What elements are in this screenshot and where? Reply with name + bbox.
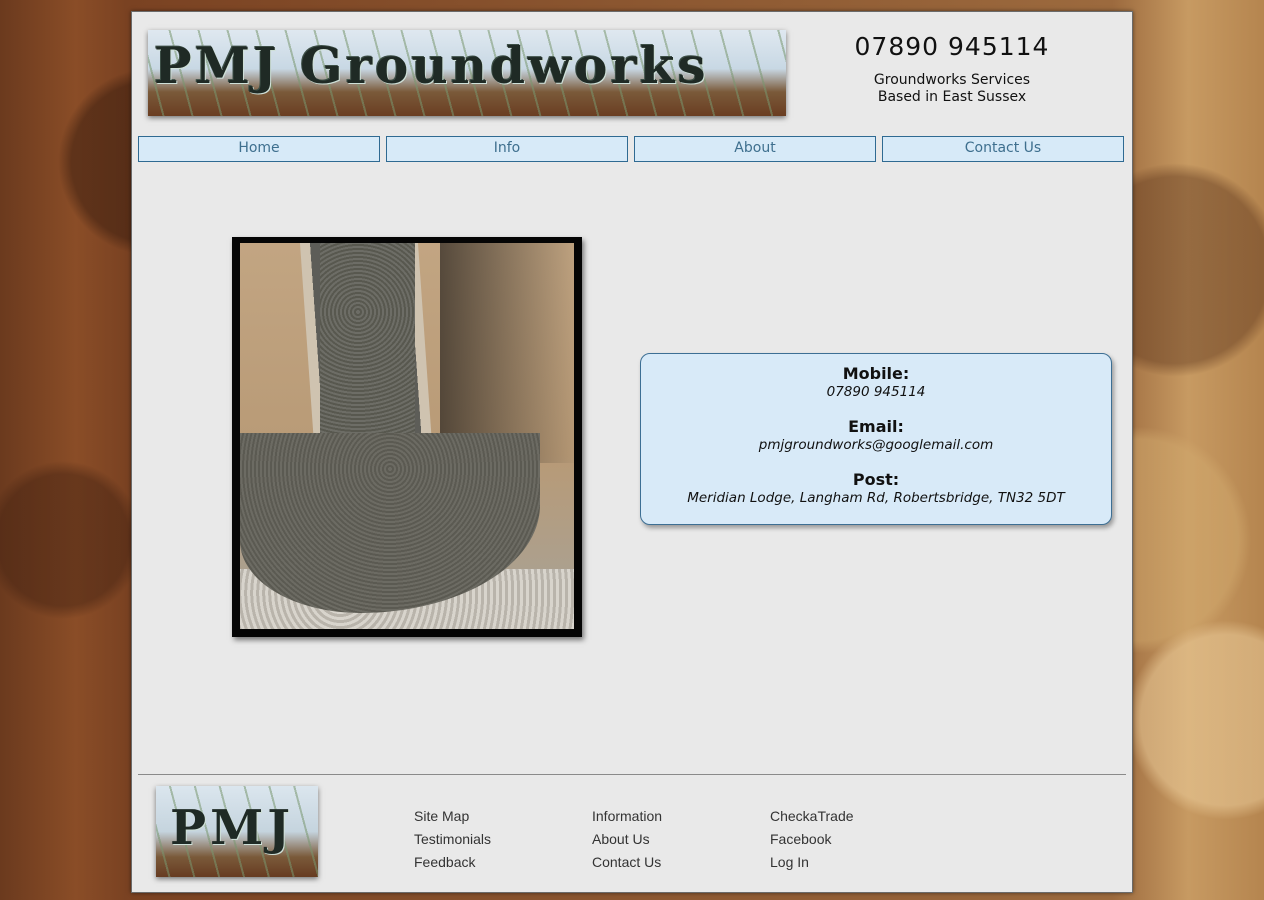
contact-details-box: Mobile: 07890 945114 Email: pmjgroundwor… (640, 353, 1112, 525)
footer-link-checkatrade[interactable]: CheckaTrade (770, 805, 854, 828)
footer-links-col-2: Information About Us Contact Us (592, 805, 662, 874)
footer-link-feedback[interactable]: Feedback (414, 851, 491, 874)
tagline-line-1: Groundworks Services (873, 72, 1031, 88)
post-value: Meridian Lodge, Langham Rd, Robertsbridg… (687, 490, 1065, 506)
header-logo[interactable]: PMJ Groundworks (148, 30, 786, 116)
main-nav: Home Info About Contact Us (138, 136, 1126, 162)
nav-info[interactable]: Info (386, 136, 628, 162)
nav-contact-us[interactable]: Contact Us (882, 136, 1124, 162)
mobile-value: 07890 945114 (826, 384, 926, 400)
footer-link-log-in[interactable]: Log In (770, 851, 854, 874)
footer-link-facebook[interactable]: Facebook (770, 828, 854, 851)
footer-links-col-1: Site Map Testimonials Feedback (414, 805, 491, 874)
email-label: Email: (848, 417, 904, 436)
footer-logo[interactable]: PMJ (156, 786, 318, 877)
post-label: Post: (852, 470, 900, 489)
footer-link-site-map[interactable]: Site Map (414, 805, 491, 828)
page-container: PMJ Groundworks 07890 945114 Groundworks… (131, 11, 1133, 893)
header-phone: 07890 945114 (854, 32, 1050, 61)
nav-about[interactable]: About (634, 136, 876, 162)
footer-link-testimonials[interactable]: Testimonials (414, 828, 491, 851)
email-value[interactable]: pmjgroundworks@googlemail.com (641, 437, 1111, 453)
footer-link-about-us[interactable]: About Us (592, 828, 662, 851)
photo-image (240, 243, 574, 629)
footer-link-contact-us[interactable]: Contact Us (592, 851, 662, 874)
footer-divider (138, 774, 1126, 775)
footer-links-col-3: CheckaTrade Facebook Log In (770, 805, 854, 874)
photo-shadow (440, 243, 574, 463)
concrete-pour-photo (232, 237, 582, 637)
header-tagline: Groundworks Services Based in East Susse… (832, 72, 1072, 106)
tagline-line-2: Based in East Sussex (877, 89, 1027, 105)
logo-text: PMJ Groundworks (154, 36, 709, 95)
footer-logo-text: PMJ (170, 800, 294, 856)
nav-home[interactable]: Home (138, 136, 380, 162)
mobile-label: Mobile: (842, 364, 910, 383)
footer-link-information[interactable]: Information (592, 805, 662, 828)
